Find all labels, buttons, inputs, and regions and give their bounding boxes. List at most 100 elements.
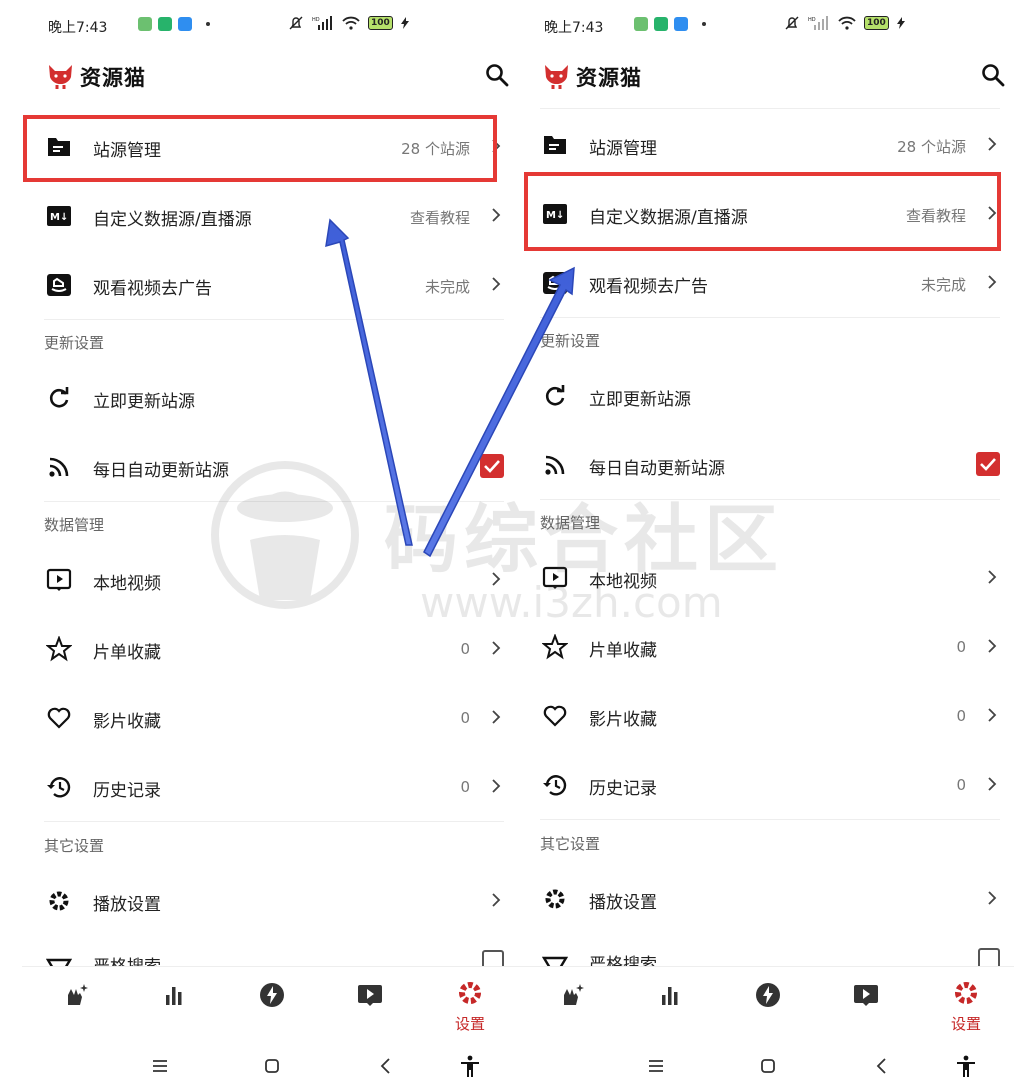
battery-indicator: 100 [864,16,889,30]
playback-settings-row[interactable]: 播放设置 [22,866,518,934]
local-video-row[interactable]: 本地视频 [518,543,1014,611]
star-icon [542,634,568,660]
row-label: 观看视频去广告 [93,279,212,299]
row-label: 片单收藏 [93,643,161,663]
app-bar: 资源猫 [518,52,1014,108]
settings-gear-icon [459,982,481,1004]
daily-update-row[interactable]: 每日自动更新站源 [22,432,518,500]
local-video-row[interactable]: 本地视频 [22,545,518,613]
chevron-right-icon [988,891,997,905]
row-label: 播放设置 [589,893,657,913]
chevron-right-icon [492,208,501,222]
app-notification-icon [158,17,172,31]
row-label: 每日自动更新站源 [93,461,229,481]
hand-sparkle-icon [68,984,88,1005]
row-value: 查看教程 [409,209,470,227]
section-data-header: 数据管理 [44,516,105,534]
nav-settings-label: 设置 [950,1015,981,1033]
bottom-navigation: 设置 [518,966,1014,1038]
row-value: 未完成 [424,278,470,296]
menu-icon[interactable] [644,1054,668,1078]
system-status-icons: HD 100 [784,15,905,31]
nav-video[interactable] [340,981,400,1031]
ad-removal-row[interactable]: 观看视频去广告 未完成 [22,250,518,318]
nav-ranking[interactable] [144,981,204,1031]
playlist-fav-row[interactable]: 片单收藏 0 [22,614,518,682]
nav-settings[interactable]: 设置 [936,981,996,1033]
home-icon[interactable] [260,1054,284,1078]
nav-settings[interactable]: 设置 [440,981,500,1033]
system-navigation-bar [22,1040,518,1092]
divider [44,501,504,502]
row-label: 站源管理 [589,139,657,159]
divider [540,108,1000,109]
more-notifications-icon [702,22,706,26]
menu-icon[interactable] [148,1054,172,1078]
section-update-header: 更新设置 [44,334,105,352]
nav-ranking[interactable] [640,981,700,1031]
nav-discover[interactable] [542,981,602,1031]
history-icon [543,775,567,796]
message-notification-icon [674,17,688,31]
update-now-row[interactable]: 立即更新站源 [22,363,518,431]
home-icon[interactable] [756,1054,780,1078]
divider [44,821,504,822]
playback-settings-row[interactable]: 播放设置 [518,864,1014,932]
row-label: 片单收藏 [589,641,657,661]
wifi-icon [342,16,360,30]
divider [44,319,504,320]
lightning-icon [260,983,284,1007]
daily-update-row[interactable]: 每日自动更新站源 [518,430,1014,498]
movie-fav-row[interactable]: 影片收藏 0 [22,683,518,751]
app-logo-cat-icon [49,65,72,89]
rss-icon [545,455,565,475]
update-now-row[interactable]: 立即更新站源 [518,361,1014,429]
row-value: 0 [460,640,470,658]
charging-icon [400,17,409,29]
movie-fav-row[interactable]: 影片收藏 0 [518,681,1014,749]
chevron-right-icon [492,893,501,907]
nav-flash[interactable] [242,981,302,1031]
row-label: 影片收藏 [589,710,657,730]
rocking-horse-icon [47,274,71,296]
chevron-right-icon [492,277,501,291]
chevron-right-icon [988,639,997,653]
search-icon[interactable] [484,62,510,88]
playlist-fav-row[interactable]: 片单收藏 0 [518,612,1014,680]
ad-removal-row[interactable]: 观看视频去广告 未完成 [518,248,1014,316]
row-label: 本地视频 [93,574,161,594]
app-bar: 资源猫 [22,52,518,108]
video-file-icon [46,568,72,591]
daily-update-checkbox[interactable] [480,454,504,478]
divider [540,819,1000,820]
rocking-horse-icon [543,272,567,294]
row-label: 播放设置 [93,895,161,915]
section-data-header: 数据管理 [540,514,601,532]
back-icon[interactable] [870,1054,894,1078]
nav-discover[interactable] [46,981,106,1031]
row-label: 影片收藏 [93,712,161,732]
row-label: 本地视频 [589,572,657,592]
row-value: 未完成 [920,276,966,294]
custom-source-row[interactable]: M↓ 自定义数据源/直播源 查看教程 [22,181,518,249]
refresh-icon [49,387,69,408]
mute-icon [289,16,303,30]
search-icon[interactable] [980,62,1006,88]
site-source-row[interactable]: 站源管理 28 个站源 [518,110,1014,178]
charging-icon [896,17,905,29]
nav-video[interactable] [836,981,896,1031]
accessibility-icon[interactable] [458,1054,482,1078]
bottom-navigation: 设置 [22,966,518,1038]
history-row[interactable]: 历史记录 0 [22,752,518,820]
chevron-right-icon [988,275,997,289]
wifi-icon [838,16,856,30]
check-icon [484,460,500,473]
history-row[interactable]: 历史记录 0 [518,750,1014,818]
back-icon[interactable] [374,1054,398,1078]
row-label: 历史记录 [589,779,657,799]
section-other-header: 其它设置 [540,835,601,853]
daily-update-checkbox[interactable] [976,452,1000,476]
row-value: 0 [956,638,966,656]
accessibility-icon[interactable] [954,1054,978,1078]
nav-flash[interactable] [738,981,798,1031]
